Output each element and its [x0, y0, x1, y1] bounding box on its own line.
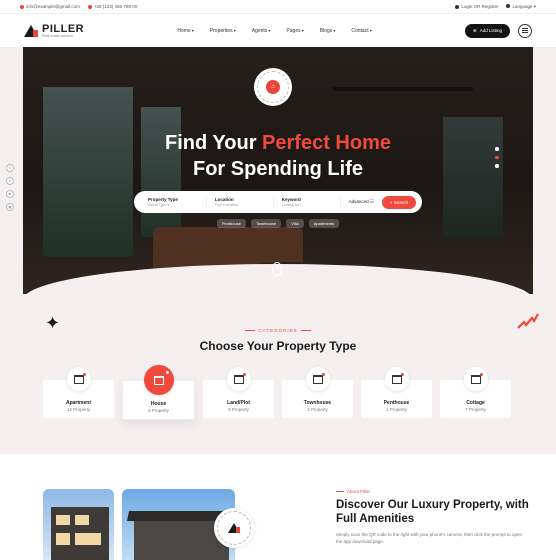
advanced-filter-button[interactable]: Advanced ☷	[341, 199, 382, 205]
logo-icon	[24, 24, 38, 37]
slider-dots	[495, 147, 499, 168]
chip-penthouse[interactable]: Penthouse	[216, 219, 246, 228]
email-link[interactable]: info@example@gmail.com	[20, 4, 80, 9]
apartment-icon	[66, 367, 91, 391]
category-name: Townhouse	[303, 400, 332, 406]
property-type-select[interactable]: Property Type Select Type ▾	[140, 197, 207, 207]
phone-link[interactable]: +28 (123) 456-789 00	[87, 4, 138, 9]
keyword-input[interactable]: Keyword Looking for?	[274, 197, 341, 207]
about-tag: About Piller	[336, 489, 370, 494]
cottage-icon	[463, 367, 488, 391]
category-count: 12 Property	[66, 407, 91, 412]
townhouse-icon	[305, 367, 330, 391]
filter-icon: ☷	[369, 199, 374, 204]
globe-icon	[506, 4, 511, 9]
category-card-apartment[interactable]: Apartment 12 Property	[43, 367, 114, 418]
hero-title-accent: Perfect Home	[262, 132, 391, 154]
category-count: 7 Property	[465, 407, 486, 412]
instagram-icon[interactable]: ig	[6, 203, 14, 211]
nav-menu: Home Properties Agents Pages Blogs Conta…	[177, 28, 371, 34]
language-text: Language	[512, 3, 533, 9]
field-label: Property Type	[148, 197, 178, 202]
hero-title: Find Your Perfect Home For Spending Life	[0, 130, 556, 182]
search-button[interactable]: ⌕ Search	[381, 195, 417, 209]
hamburger-menu-button[interactable]	[517, 23, 532, 38]
user-icon	[455, 4, 460, 9]
category-card-penthouse[interactable]: Penthouse 1 Property	[361, 367, 432, 418]
location-input[interactable]: Location Find a location	[207, 197, 274, 207]
slider-dot[interactable]	[495, 147, 499, 151]
field-label: Location	[214, 197, 234, 202]
category-name: Penthouse	[383, 400, 410, 406]
login-link[interactable]: Login OR Register	[455, 4, 498, 9]
category-count: 5 Property	[148, 408, 169, 413]
nav-agents[interactable]: Agents	[252, 28, 271, 34]
category-name: House	[150, 401, 167, 407]
hero-title-part: Find Your	[165, 132, 263, 154]
nav-home[interactable]: Home	[177, 28, 193, 34]
advanced-label: Advanced	[348, 199, 369, 204]
slider-dot-active[interactable]	[495, 155, 499, 159]
category-count: 3 Property	[307, 407, 328, 412]
category-card-townhouse[interactable]: Townhouse 3 Property	[282, 367, 353, 418]
chip-townhouse[interactable]: Townhouse	[250, 219, 282, 228]
villa-house-badge: ⌂	[254, 68, 292, 106]
add-listing-button[interactable]: ⊕ Add Listing	[464, 23, 510, 38]
scroll-down-icon[interactable]	[272, 262, 282, 276]
property-image	[43, 489, 114, 560]
chip-apartments[interactable]: Apartments	[308, 219, 340, 228]
phone-text: +28 (123) 456-789 00	[93, 4, 138, 9]
search-label: Search	[393, 199, 409, 205]
logo-icon	[228, 523, 240, 533]
brand-name: PILLER	[42, 22, 85, 35]
field-placeholder: Find a location	[214, 203, 238, 207]
nav-pages[interactable]: Pages	[286, 28, 303, 34]
category-name: Land/Plot	[227, 400, 250, 406]
zigzag-icon	[517, 313, 539, 329]
hero-title-line2: For Spending Life	[193, 158, 363, 180]
field-value: Select Type	[148, 203, 167, 207]
linkedin-icon[interactable]: in	[6, 190, 14, 198]
top-bar: info@example@gmail.com +28 (123) 456-789…	[0, 0, 556, 14]
language-select[interactable]: Language ▾	[506, 4, 536, 10]
add-listing-label: Add Listing	[479, 28, 502, 33]
nav-contact[interactable]: Contact	[351, 28, 371, 34]
search-icon: ⌕	[389, 199, 393, 205]
categories-title: Choose Your Property Type	[199, 339, 357, 353]
categories-tag: CATEGORIES	[0, 328, 556, 333]
nav-blogs[interactable]: Blogs	[320, 28, 336, 34]
main-nav: PILLER Real estate solution Home Propert…	[0, 14, 556, 47]
chip-villa[interactable]: Villa	[286, 219, 304, 228]
property-search-bar: Property Type Select Type ▾ Location Fin…	[134, 191, 422, 213]
brand-badge	[214, 508, 254, 548]
about-text: Simply scan the QR code to the right wit…	[336, 532, 522, 544]
category-count: 8 Property	[228, 407, 249, 412]
slider-dot[interactable]	[495, 164, 499, 168]
penthouse-icon	[384, 367, 409, 391]
category-card-land-plot[interactable]: Land/Plot 8 Property	[203, 367, 274, 418]
land-icon	[226, 367, 251, 391]
house-icon	[143, 365, 174, 395]
category-card-cottage[interactable]: Cottage 7 Property	[440, 367, 511, 418]
quick-filter-chips: Penthouse Townhouse Villa Apartments	[0, 219, 556, 228]
login-text: Login OR Register	[461, 4, 499, 9]
field-placeholder: Looking for?	[281, 203, 302, 207]
nav-properties[interactable]: Properties	[210, 28, 236, 34]
field-label: Keyword	[281, 197, 301, 202]
category-name: Cottage	[466, 400, 485, 406]
phone-icon	[87, 4, 92, 9]
category-count: 1 Property	[386, 407, 407, 412]
plus-icon: ⊕	[472, 27, 477, 33]
email-text: info@example@gmail.com	[26, 4, 80, 9]
mail-icon	[20, 4, 24, 9]
about-title: Discover Our Luxury Property, with Full …	[336, 499, 529, 525]
property-type-cards: Apartment 12 Property House 5 Property L…	[43, 365, 511, 420]
logo[interactable]: PILLER Real estate solution	[24, 22, 85, 38]
category-card-house[interactable]: House 5 Property	[122, 365, 195, 420]
category-name: Apartment	[65, 400, 91, 406]
